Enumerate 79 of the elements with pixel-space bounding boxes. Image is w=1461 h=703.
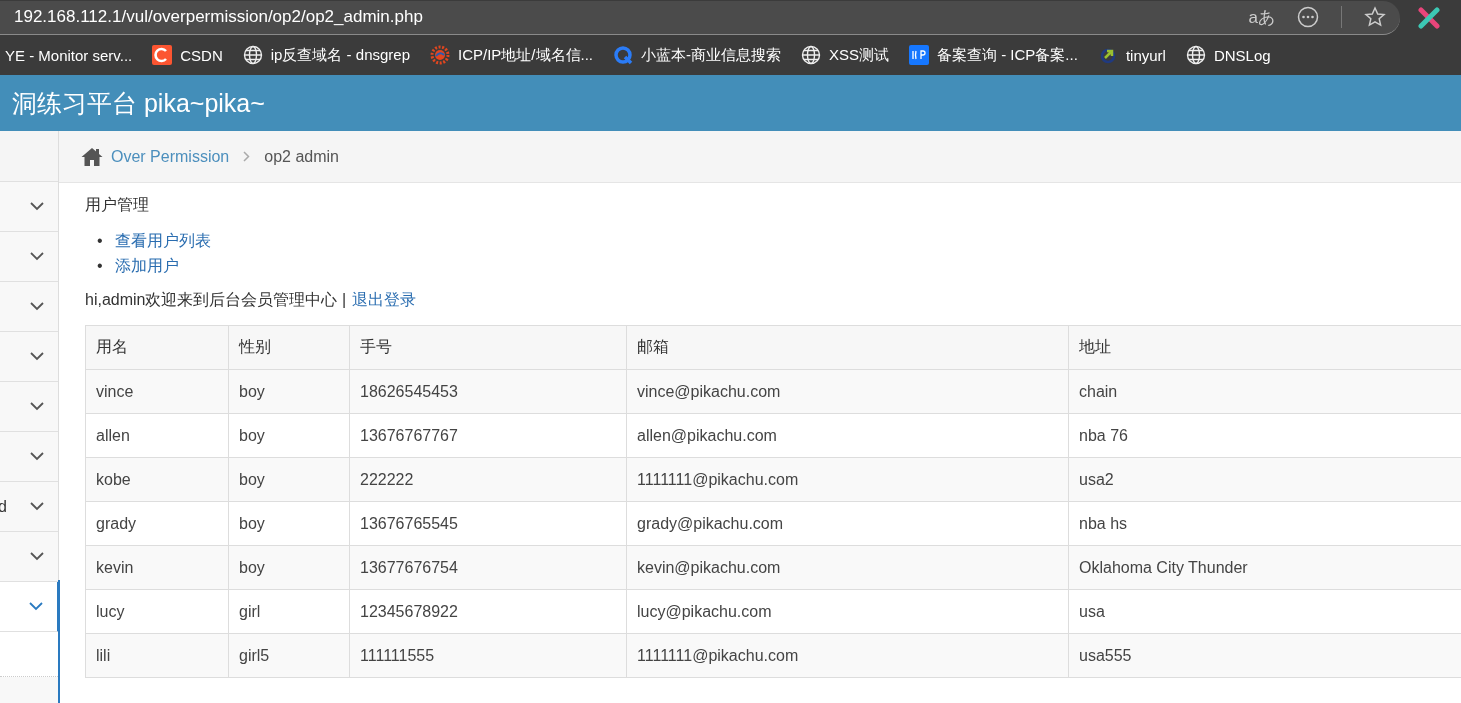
sidebar-item[interactable] <box>0 582 58 632</box>
bookmark[interactable]: tinyurl <box>1087 45 1176 65</box>
table-cell: allen@pikachu.com <box>626 413 1069 458</box>
table-cell: boy <box>228 413 350 458</box>
table-cell: Oklahoma City Thunder <box>1068 545 1461 590</box>
table-cell: 13676765545 <box>349 501 627 546</box>
table-cell: boy <box>228 501 350 546</box>
bookmark[interactable]: CSDN <box>142 45 233 65</box>
column-header: 地址 <box>1068 325 1461 370</box>
more-icon[interactable] <box>1297 6 1319 28</box>
column-header: 手号 <box>349 325 627 370</box>
chevron-down-icon[interactable] <box>30 202 44 211</box>
table-cell: vince@pikachu.com <box>626 369 1069 414</box>
table-cell: allen <box>85 413 229 458</box>
welcome-text: hi,admin欢迎来到后台会员管理中心 | <box>85 290 347 310</box>
read-aloud-icon[interactable]: aあ <box>1248 5 1275 29</box>
table-cell: vince <box>85 369 229 414</box>
chevron-down-icon[interactable] <box>30 552 44 561</box>
table-cell: 12345678922 <box>349 589 627 634</box>
logout-link[interactable]: 退出登录 <box>352 290 417 311</box>
bullet: • <box>97 256 103 276</box>
table-cell: girl <box>228 589 350 634</box>
table-cell: 13676767767 <box>349 413 627 458</box>
home-icon <box>81 147 103 166</box>
gear-icon <box>430 45 450 65</box>
menu-link[interactable]: 查看用户列表 <box>114 228 211 253</box>
chevron-down-icon[interactable] <box>30 402 44 411</box>
table-cell: boy <box>228 369 350 414</box>
table-cell: 1111111@pikachu.com <box>626 633 1069 678</box>
table-cell: 222222 <box>349 457 627 502</box>
breadcrumb-current: op2 admin <box>264 147 339 166</box>
bookmark[interactable]: ip反查域名 - dnsgrep <box>232 45 420 65</box>
chevron-down-icon[interactable] <box>30 352 44 361</box>
site-title: 洞练习平台 pika~pika~ <box>12 87 265 119</box>
star-icon[interactable] <box>1364 6 1386 28</box>
column-header: 用名 <box>85 325 229 370</box>
address-bar[interactable]: 192.168.112.1/vul/overpermission/op2/op2_admin.php aあ <box>0 0 1400 35</box>
bookmark[interactable]: 小蓝本-商业信息搜索 <box>603 45 791 65</box>
chevron-down-icon[interactable] <box>30 452 44 461</box>
table-cell: boy <box>228 545 350 590</box>
table-cell: 1111111@pikachu.com <box>626 457 1069 502</box>
table-cell: usa555 <box>1068 633 1461 678</box>
chevron-right-icon <box>243 151 251 162</box>
table-cell: grady <box>85 501 229 546</box>
column-header: 邮箱 <box>626 325 1069 370</box>
table-cell: boy <box>228 457 350 502</box>
table-cell: lucy@pikachu.com <box>626 589 1069 634</box>
chevron-down-icon[interactable] <box>30 502 44 511</box>
globe-icon <box>242 45 263 65</box>
bookmark[interactable]: ICP/IP地址/域名信... <box>420 45 603 65</box>
icp-logo-icon <box>909 45 930 65</box>
chevron-down-icon[interactable] <box>30 252 44 261</box>
bullet: • <box>97 231 103 251</box>
globe-icon <box>1185 45 1206 65</box>
column-header: 性别 <box>228 325 350 370</box>
bookmark[interactable]: YE - Monitor serv... <box>0 46 143 64</box>
table-cell: chain <box>1068 369 1461 414</box>
c-logo-icon <box>152 45 173 65</box>
menu-link[interactable]: 添加用户 <box>114 253 179 278</box>
x-logo-icon[interactable] <box>1418 6 1440 29</box>
table-cell: lili <box>85 633 229 678</box>
table-cell: usa2 <box>1068 457 1461 502</box>
table-cell: 18626545453 <box>349 369 627 414</box>
table-cell: kobe <box>85 457 229 502</box>
q-logo-icon <box>613 45 633 65</box>
globe-icon <box>801 45 821 65</box>
table-cell: kevin@pikachu.com <box>626 545 1069 590</box>
table-cell: grady@pikachu.com <box>626 501 1069 546</box>
table-cell: 111111555 <box>349 633 627 678</box>
table-cell: 13677676754 <box>349 545 627 590</box>
section-heading: 用户管理 <box>85 195 150 215</box>
bookmark[interactable]: 备案查询 - ICP备案... <box>899 45 1088 65</box>
chevron-down-icon[interactable] <box>30 302 44 311</box>
chevron-down-icon[interactable] <box>29 602 43 611</box>
bookmark[interactable]: XSS测试 <box>791 45 900 65</box>
table-cell: lucy <box>85 589 229 634</box>
bookmark[interactable]: DNSLog <box>1175 45 1281 65</box>
table-cell: kevin <box>85 545 229 590</box>
table-cell: girl5 <box>228 633 350 678</box>
